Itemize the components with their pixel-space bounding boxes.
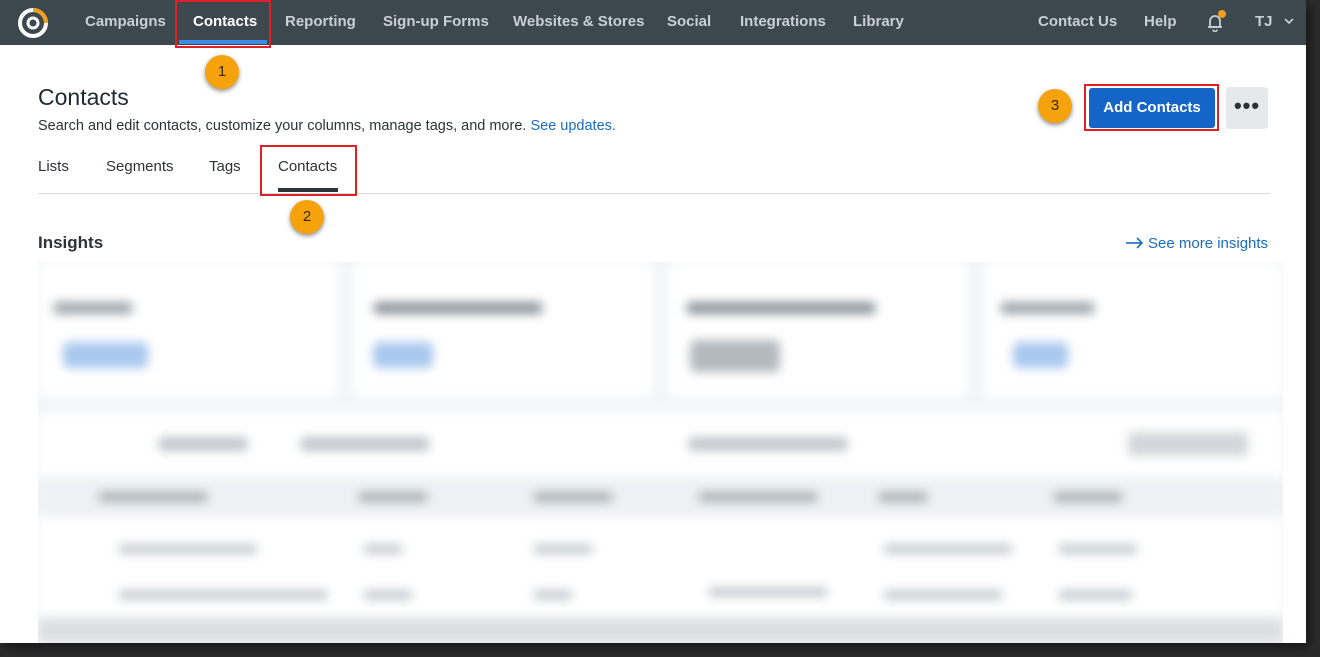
nav-item-library[interactable]: Library bbox=[853, 0, 904, 45]
tab-tags[interactable]: Tags bbox=[209, 158, 241, 175]
arrow-right-icon bbox=[1126, 237, 1144, 249]
highlight-box-add-contacts bbox=[1084, 84, 1219, 131]
nav-help[interactable]: Help bbox=[1144, 0, 1177, 45]
tab-segments[interactable]: Segments bbox=[106, 158, 174, 175]
highlight-box-contacts-nav bbox=[175, 0, 271, 48]
constant-contact-logo-icon[interactable] bbox=[16, 6, 50, 40]
see-more-insights-link[interactable]: See more insights bbox=[1126, 235, 1268, 252]
see-updates-link[interactable]: See updates. bbox=[530, 118, 615, 134]
highlight-box-contacts-tab bbox=[260, 145, 357, 196]
nav-item-integrations[interactable]: Integrations bbox=[740, 0, 826, 45]
nav-item-sign-up-forms[interactable]: Sign-up Forms bbox=[383, 0, 489, 45]
page-subtitle-text: Search and edit contacts, customize your… bbox=[38, 118, 527, 134]
page-title: Contacts bbox=[38, 84, 129, 110]
see-more-insights-label: See more insights bbox=[1148, 235, 1269, 252]
nav-item-reporting[interactable]: Reporting bbox=[285, 0, 356, 45]
user-avatar[interactable]: TJ bbox=[1255, 0, 1273, 44]
more-options-button[interactable]: ••• bbox=[1226, 87, 1268, 129]
app-window: Campaigns Contacts Reporting Sign-up For… bbox=[0, 0, 1306, 643]
callout-badge-1: 1 bbox=[205, 55, 239, 89]
notification-dot bbox=[1218, 10, 1226, 18]
nav-contact-us[interactable]: Contact Us bbox=[1038, 0, 1117, 45]
insights-title: Insights bbox=[38, 233, 104, 252]
nav-item-websites-stores[interactable]: Websites & Stores bbox=[513, 0, 644, 45]
nav-item-campaigns[interactable]: Campaigns bbox=[85, 0, 166, 45]
blurred-insights-and-table bbox=[38, 262, 1283, 643]
tab-lists[interactable]: Lists bbox=[38, 158, 69, 175]
callout-badge-2: 2 bbox=[290, 200, 324, 234]
page-subtitle: Search and edit contacts, customize your… bbox=[38, 118, 616, 134]
chevron-down-icon[interactable] bbox=[1283, 15, 1295, 27]
nav-item-social[interactable]: Social bbox=[667, 0, 711, 45]
callout-badge-3: 3 bbox=[1038, 89, 1072, 123]
tab-divider bbox=[38, 193, 1270, 194]
